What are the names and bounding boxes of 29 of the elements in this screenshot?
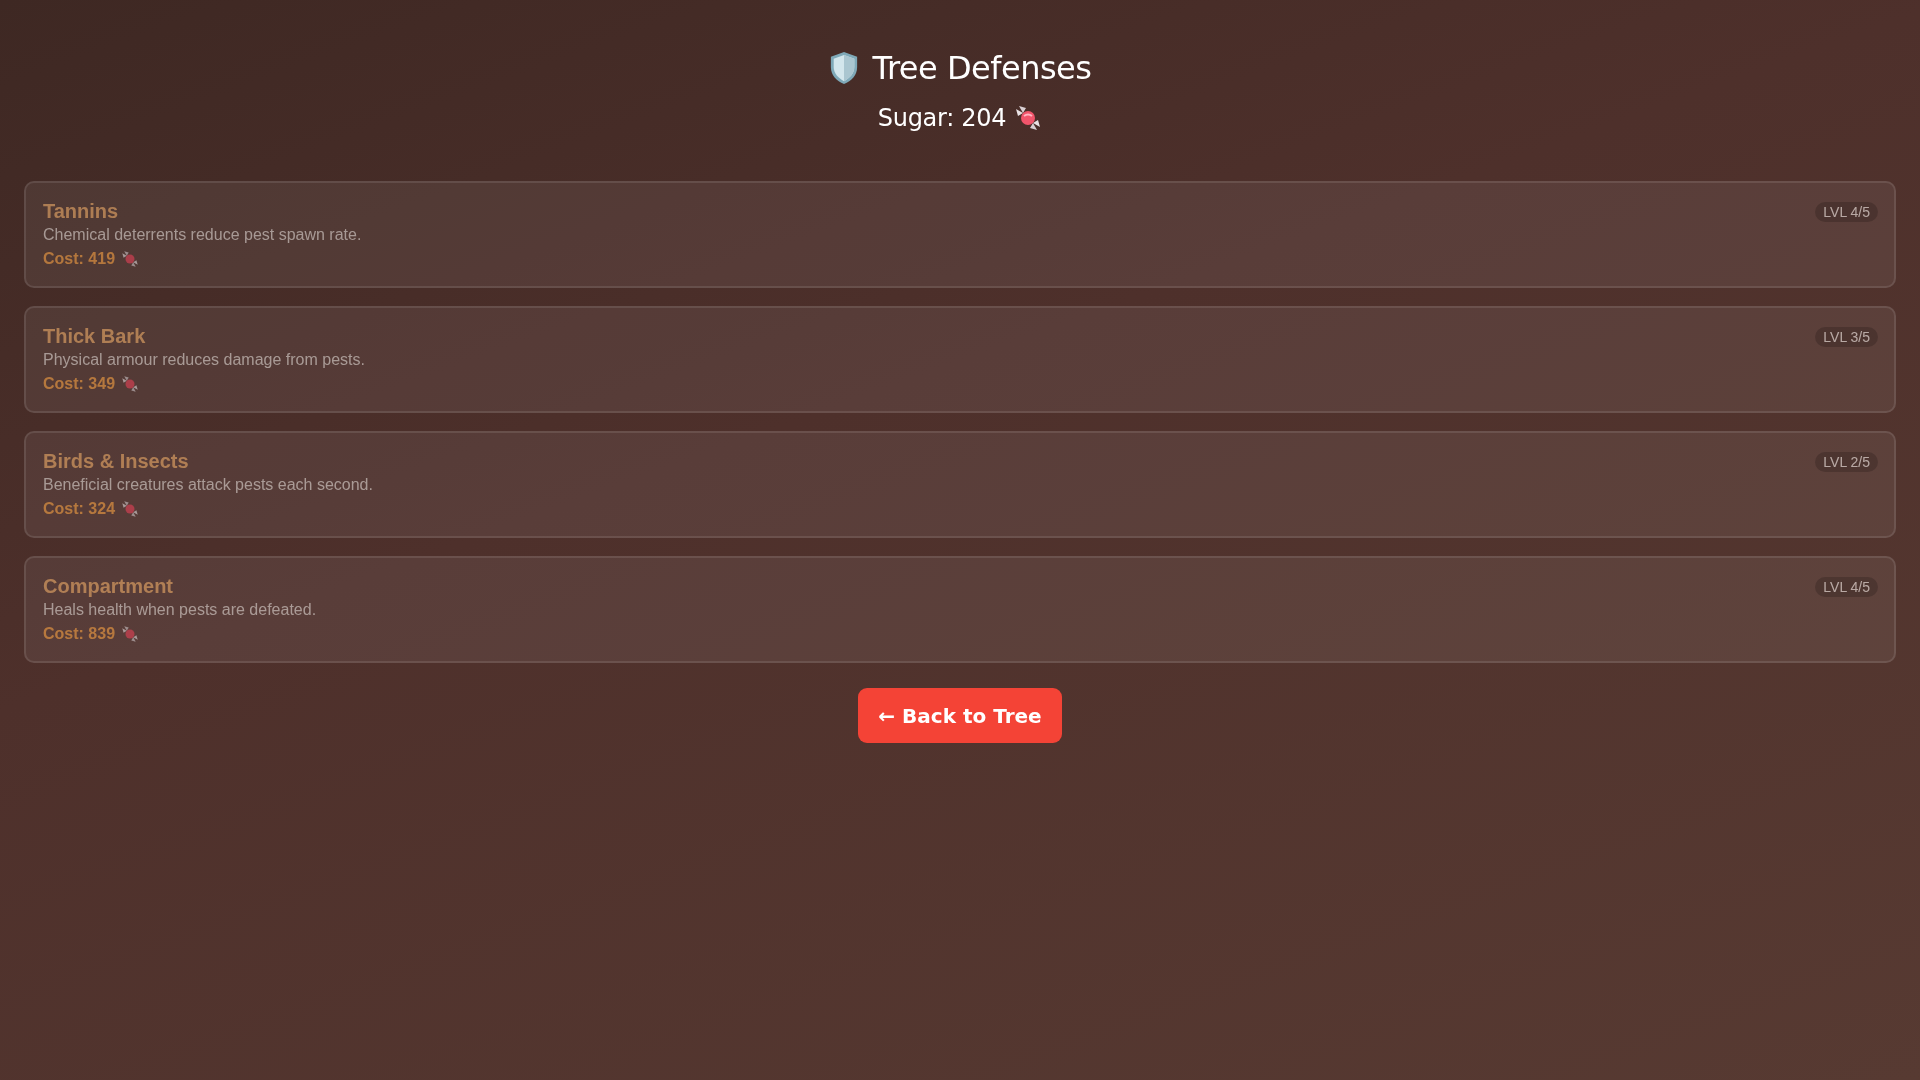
- upgrade-name: Compartment: [43, 574, 174, 599]
- upgrade-name: Thick Bark: [43, 324, 147, 349]
- upgrade-name: Tannins: [43, 199, 120, 224]
- level-badge: LVL 3/5: [1815, 327, 1878, 347]
- candy-icon: [121, 500, 140, 518]
- shield-icon: [828, 51, 859, 85]
- upgrade-cost: Cost: 839: [43, 625, 116, 643]
- upgrade-cost: Cost: 419: [43, 250, 116, 268]
- upgrade-description: Beneficial creatures attack pests each second.: [43, 475, 373, 495]
- level-badge: LVL 4/5: [1815, 202, 1878, 222]
- sugar-count: Sugar: 204: [877, 104, 1007, 132]
- upgrade-name: Birds & Insects: [43, 449, 190, 474]
- upgrade-cost: Cost: 324: [43, 500, 116, 518]
- candy-icon: [1014, 104, 1043, 132]
- back-button[interactable]: ← Back to Tree: [858, 688, 1062, 743]
- upgrade-description: Chemical deterrents reduce pest spawn rate.: [43, 225, 362, 245]
- page-title: Tree Defenses: [872, 48, 1092, 88]
- level-badge: LVL 2/5: [1815, 452, 1878, 472]
- upgrade-card[interactable]: Birds & Insects Beneficial creatures attack pests each second. Cost: 324 LVL 2/5: [24, 431, 1896, 538]
- upgrade-card[interactable]: Thick Bark Physical armour reduces damage from pests. Cost: 349 LVL 3/5: [24, 306, 1896, 413]
- level-badge: LVL 4/5: [1815, 577, 1878, 597]
- upgrade-description: Heals health when pests are defeated.: [43, 600, 317, 620]
- candy-icon: [121, 625, 140, 643]
- upgrade-cost: Cost: 349: [43, 375, 116, 393]
- upgrade-card[interactable]: Tannins Chemical deterrents reduce pest spawn rate. Cost: 419 LVL 4/5: [24, 181, 1896, 288]
- candy-icon: [121, 375, 140, 393]
- upgrade-description: Physical armour reduces damage from pests.: [43, 350, 365, 370]
- upgrade-card[interactable]: Compartment Heals health when pests are defeated. Cost: 839 LVL 4/5: [24, 556, 1896, 663]
- candy-icon: [121, 250, 140, 268]
